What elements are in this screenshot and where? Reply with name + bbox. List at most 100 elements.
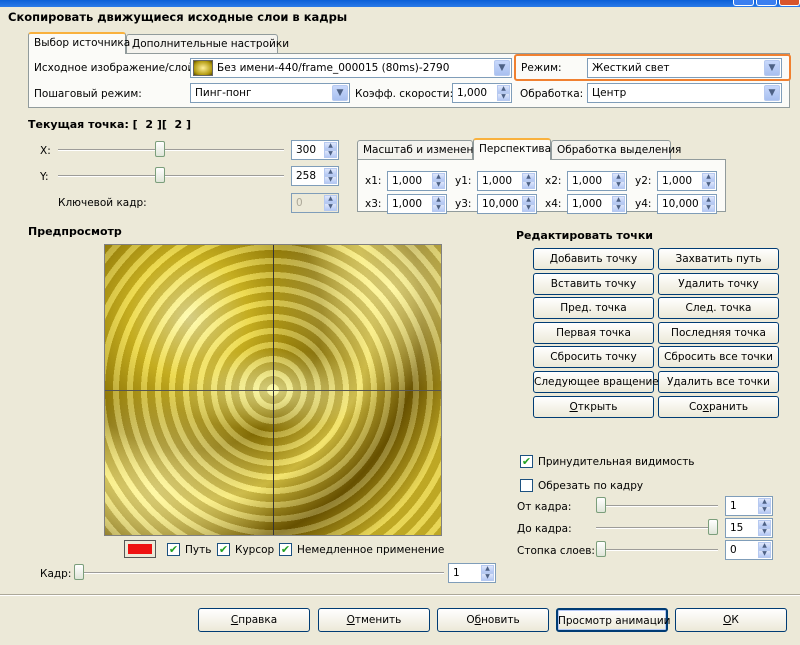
save-button[interactable]: Сохранить	[658, 395, 779, 418]
source-thumbnail	[193, 60, 213, 76]
x1-spinner[interactable]: ▲ ▼	[432, 173, 445, 189]
x2-label: x2:	[545, 175, 562, 187]
from-frame-input[interactable]: 1 ▲ ▼	[725, 496, 773, 516]
y1-input[interactable]: 1,000 ▲ ▼	[477, 171, 537, 191]
frame-input[interactable]: 1 ▲ ▼	[448, 563, 496, 583]
x1-input[interactable]: 1,000 ▲ ▼	[387, 171, 447, 191]
processing-select[interactable]: Центр ▼	[587, 83, 782, 103]
path-label: Путь	[185, 544, 212, 556]
cancel-button[interactable]: Отменить	[318, 608, 430, 632]
chevron-down-icon: ▼	[764, 60, 780, 76]
speed-input[interactable]: 1,000 ▲ ▼	[452, 83, 512, 103]
help-button[interactable]: Справка	[198, 608, 310, 632]
y4-spinner[interactable]: ▲ ▼	[702, 196, 715, 212]
delete-point-button[interactable]: Удалить точку	[658, 272, 779, 295]
x4-input[interactable]: 1,000 ▲ ▼	[567, 194, 627, 214]
x2-input[interactable]: 1,000 ▲ ▼	[567, 171, 627, 191]
y2-input[interactable]: 1,000 ▲ ▼	[657, 171, 717, 191]
force-visibility-label: Принудительная видимость	[538, 456, 695, 468]
instant-apply-checkbox[interactable]: ✔	[279, 543, 292, 556]
reset-point-button[interactable]: Сбросить точку	[533, 346, 654, 369]
y1-spinner[interactable]: ▲ ▼	[522, 173, 535, 189]
minimize-button[interactable]	[733, 0, 754, 6]
x3-spinner[interactable]: ▲ ▼	[432, 196, 445, 212]
open-button[interactable]: Открыть	[533, 395, 654, 418]
refresh-button[interactable]: Обновить	[437, 608, 549, 632]
y-spinner[interactable]: ▲ ▼	[324, 168, 337, 184]
y-slider-track[interactable]	[58, 175, 284, 177]
x-spinner[interactable]: ▲ ▼	[324, 142, 337, 158]
processing-value: Центр	[592, 87, 627, 99]
prev-point-button[interactable]: Пред. точка	[533, 297, 654, 320]
frame-label: Кадр:	[40, 568, 72, 580]
color-swatch-button[interactable]	[124, 540, 156, 558]
first-point-button[interactable]: Первая точка	[533, 321, 654, 344]
current-point-label: Текущая точка: [ 2 ][ 2 ]	[28, 118, 192, 131]
maximize-button[interactable]	[756, 0, 777, 6]
x3-label: x3:	[365, 198, 382, 210]
mode-select[interactable]: Жесткий свет ▼	[587, 58, 782, 78]
layer-stack-spinner[interactable]: ▲ ▼	[758, 542, 771, 558]
x2-spinner[interactable]: ▲ ▼	[612, 173, 625, 189]
x3-input[interactable]: 1,000 ▲ ▼	[387, 194, 447, 214]
x4-label: x4:	[545, 198, 562, 210]
force-visibility-checkbox[interactable]: ✔	[520, 455, 533, 468]
from-frame-track[interactable]	[596, 505, 718, 507]
step-mode-select[interactable]: Пинг-понг ▼	[190, 83, 350, 103]
y3-spinner[interactable]: ▲ ▼	[522, 196, 535, 212]
preview-canvas[interactable]	[104, 244, 442, 536]
x-input[interactable]: 300 ▲ ▼	[291, 140, 339, 160]
frame-slider-thumb[interactable]	[74, 564, 84, 580]
path-checkbox[interactable]: ✔	[167, 543, 180, 556]
delete-all-points-button[interactable]: Удалить все точки	[658, 371, 779, 393]
x-slider-thumb[interactable]	[155, 141, 166, 157]
close-button[interactable]	[779, 0, 800, 6]
to-frame-spinner[interactable]: ▲ ▼	[758, 520, 771, 536]
crop-label: Обрезать по кадру	[538, 480, 644, 492]
add-point-button[interactable]: Добавить точку	[533, 248, 654, 270]
x-slider-track[interactable]	[58, 149, 284, 151]
y-slider-thumb[interactable]	[155, 167, 166, 183]
layer-stack-track[interactable]	[596, 549, 718, 551]
insert-point-button[interactable]: Вставить точку	[533, 272, 654, 295]
y-input[interactable]: 258 ▲ ▼	[291, 166, 339, 186]
reset-all-points-button[interactable]: Сбросить все точки	[658, 346, 779, 369]
to-frame-input[interactable]: 15 ▲ ▼	[725, 518, 773, 538]
from-frame-spinner[interactable]: ▲ ▼	[758, 498, 771, 514]
y2-spinner[interactable]: ▲ ▼	[702, 173, 715, 189]
tab-additional-settings[interactable]: Дополнительные настройки	[126, 34, 289, 54]
cursor-checkbox[interactable]: ✔	[217, 543, 230, 556]
to-frame-thumb[interactable]	[708, 519, 718, 535]
y2-label: y2:	[635, 175, 652, 187]
keyframe-spinner[interactable]: ▲ ▼	[324, 195, 337, 211]
keyframe-input[interactable]: 0 ▲ ▼	[291, 193, 339, 213]
tab-source-selection[interactable]: Выбор источника	[28, 32, 130, 54]
capture-path-button[interactable]: Захватить путь	[658, 248, 779, 270]
y4-input[interactable]: 10,000 ▲ ▼	[657, 194, 717, 214]
frame-spinner[interactable]: ▲ ▼	[481, 565, 494, 581]
next-rotation-button[interactable]: Следующее вращение	[533, 371, 659, 393]
to-frame-track[interactable]	[596, 527, 718, 529]
chevron-down-icon: ▼	[332, 85, 348, 101]
frame-slider-track[interactable]	[74, 572, 444, 574]
title-bar	[0, 0, 800, 7]
tab-scale-and-change[interactable]: Масштаб и изменение	[357, 140, 487, 160]
speed-spinner[interactable]: ▲ ▼	[497, 85, 510, 101]
ok-button[interactable]: ОК	[675, 608, 787, 632]
preview-animation-button[interactable]: Просмотр анимации	[556, 608, 671, 632]
tab-perspective[interactable]: Перспектива	[473, 138, 551, 160]
crop-checkbox[interactable]	[520, 479, 533, 492]
y-value: 258	[296, 170, 317, 182]
x-label: X:	[40, 145, 51, 157]
source-image-select[interactable]: Без имени-440/frame_000015 (80ms)-2790 ▼	[190, 58, 512, 78]
y3-input[interactable]: 10,000 ▲ ▼	[477, 194, 537, 214]
from-frame-thumb[interactable]	[596, 497, 606, 513]
x4-spinner[interactable]: ▲ ▼	[612, 196, 625, 212]
tab-selection-processing[interactable]: Обработка выделения	[551, 140, 681, 160]
layer-stack-input[interactable]: 0 ▲ ▼	[725, 540, 773, 560]
next-point-button[interactable]: След. точка	[658, 297, 779, 320]
speed-label: Коэфф. скорости:	[355, 88, 454, 100]
last-point-button[interactable]: Последняя точка	[658, 321, 779, 344]
layer-stack-thumb[interactable]	[596, 541, 606, 557]
preview-label: Предпросмотр	[28, 225, 122, 238]
